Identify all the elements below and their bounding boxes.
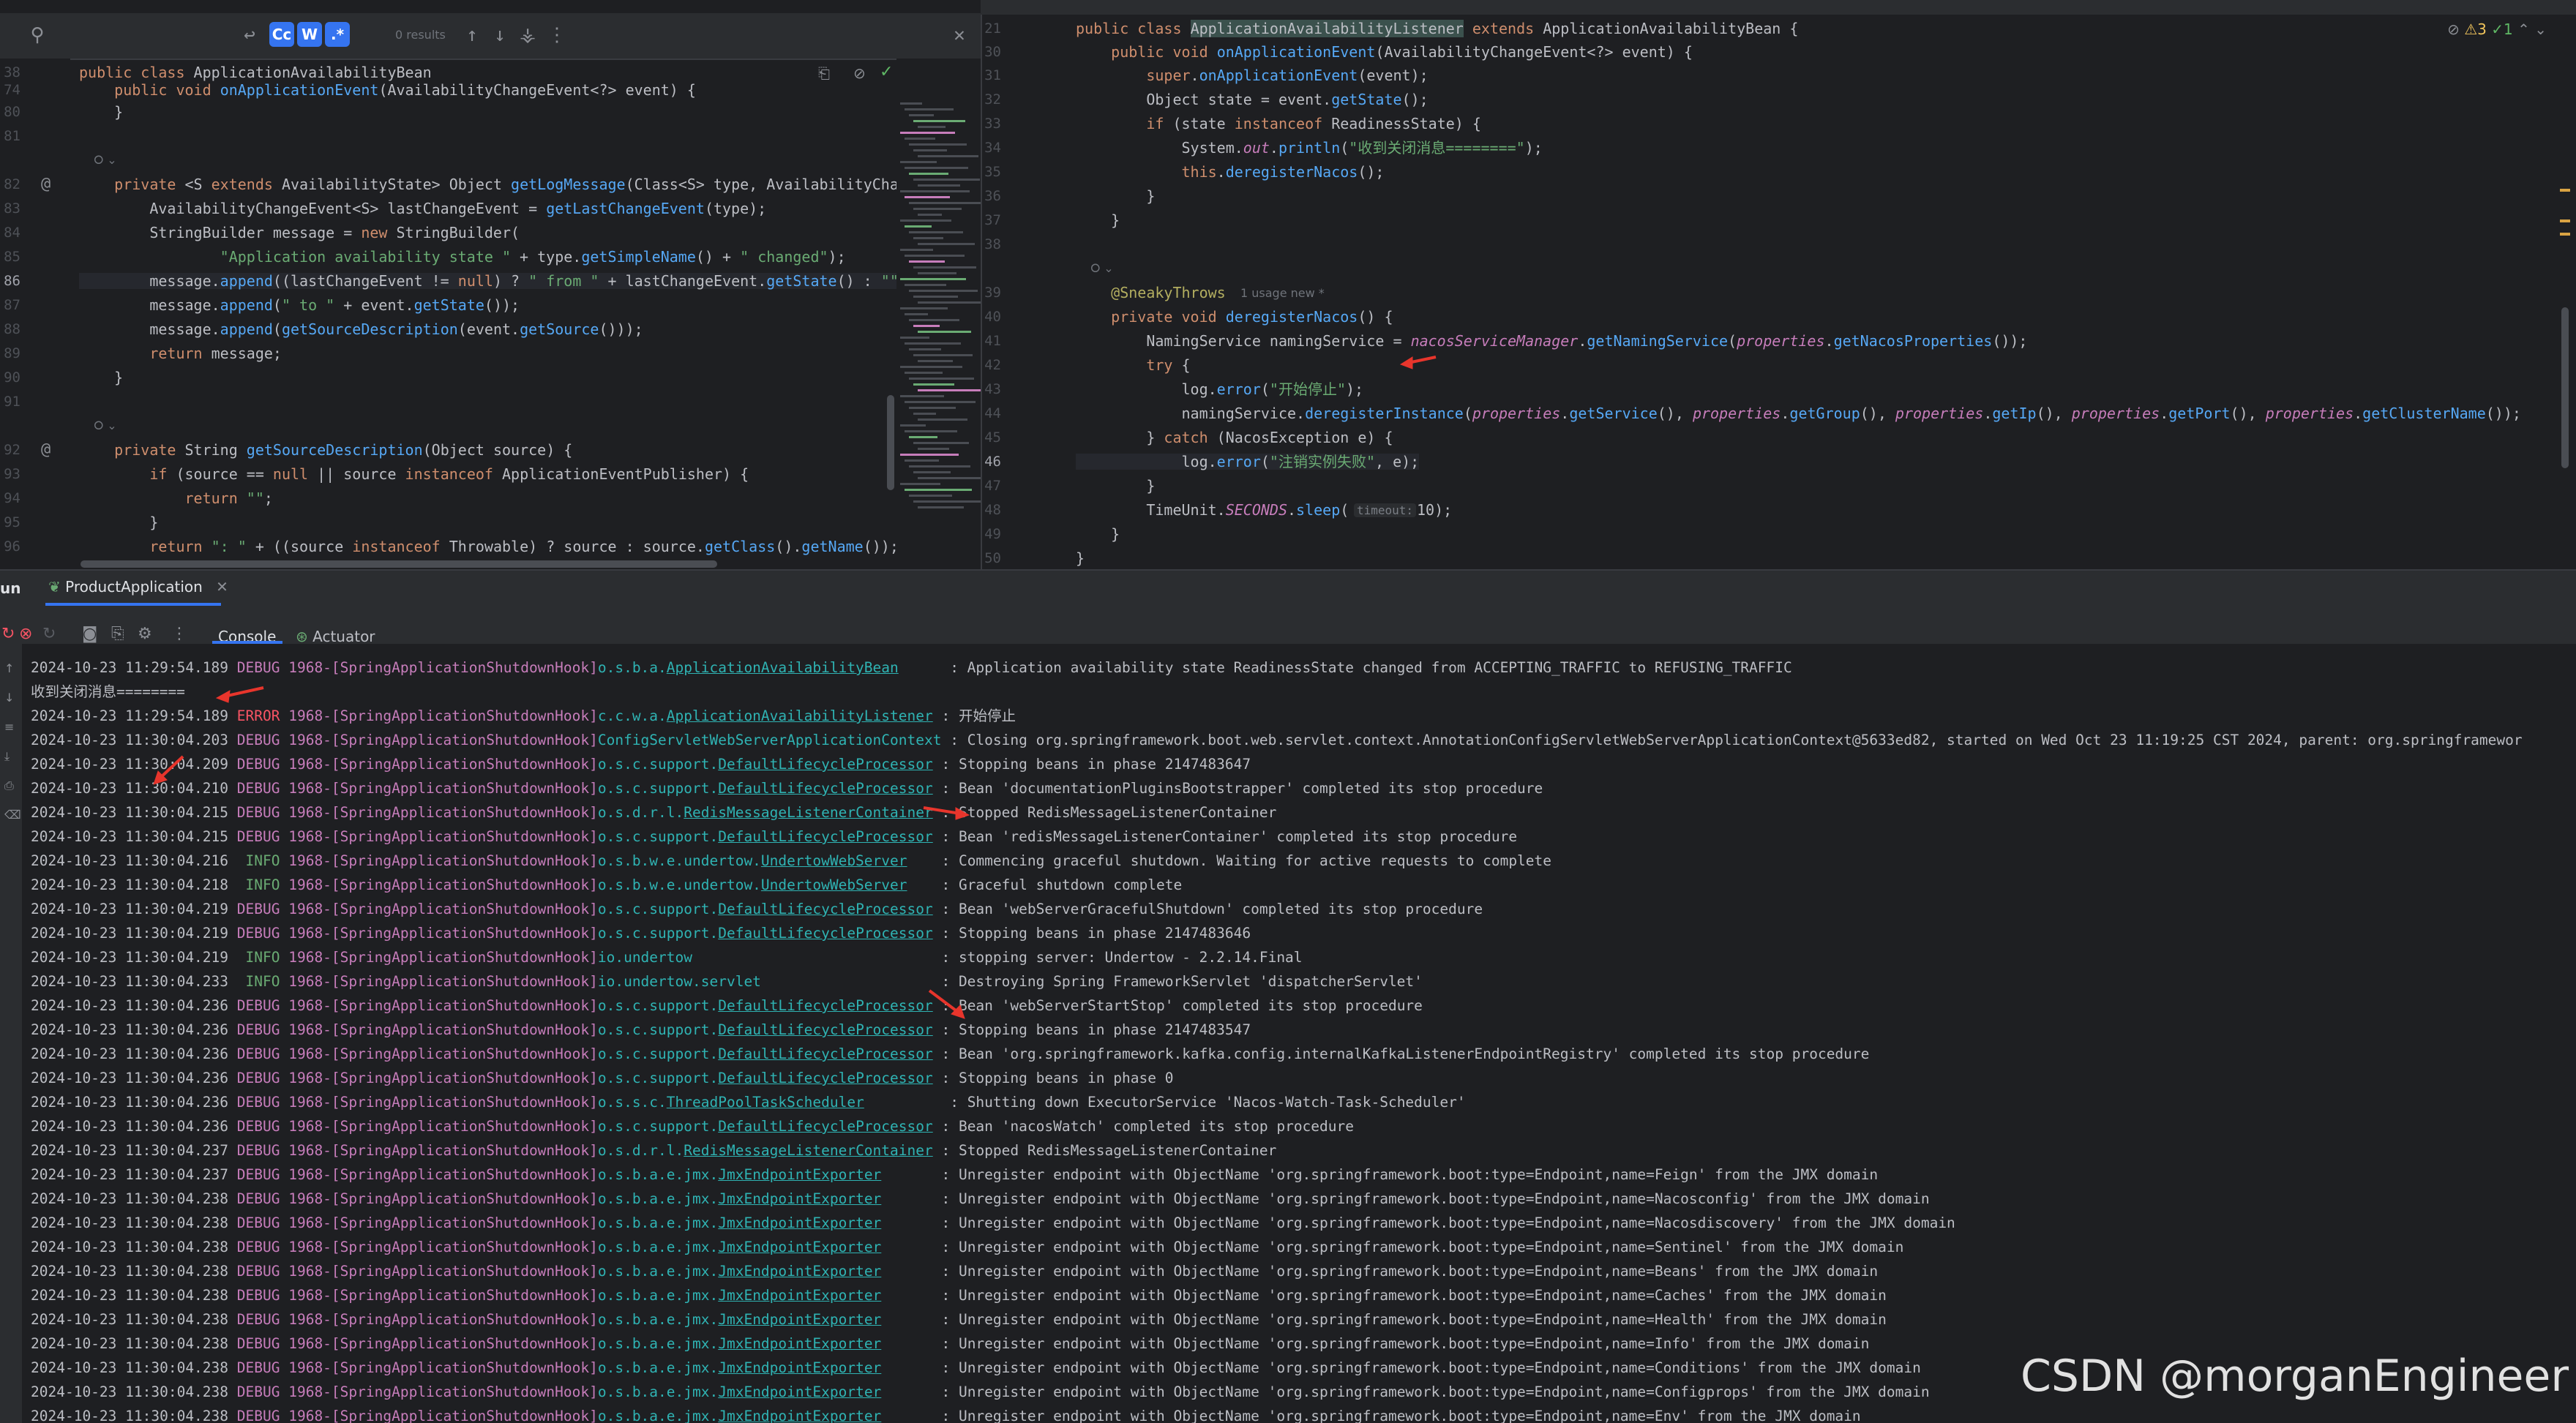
arrow-annotation xyxy=(153,755,184,785)
watermark: CSDN @morganEngineer xyxy=(2020,1351,2569,1402)
arrow-annotation xyxy=(1399,356,1437,369)
annotation-arrows xyxy=(153,356,1437,1019)
arrow-annotation xyxy=(923,806,970,820)
arrow-annotation xyxy=(215,686,264,703)
arrow-annotation xyxy=(928,989,965,1019)
